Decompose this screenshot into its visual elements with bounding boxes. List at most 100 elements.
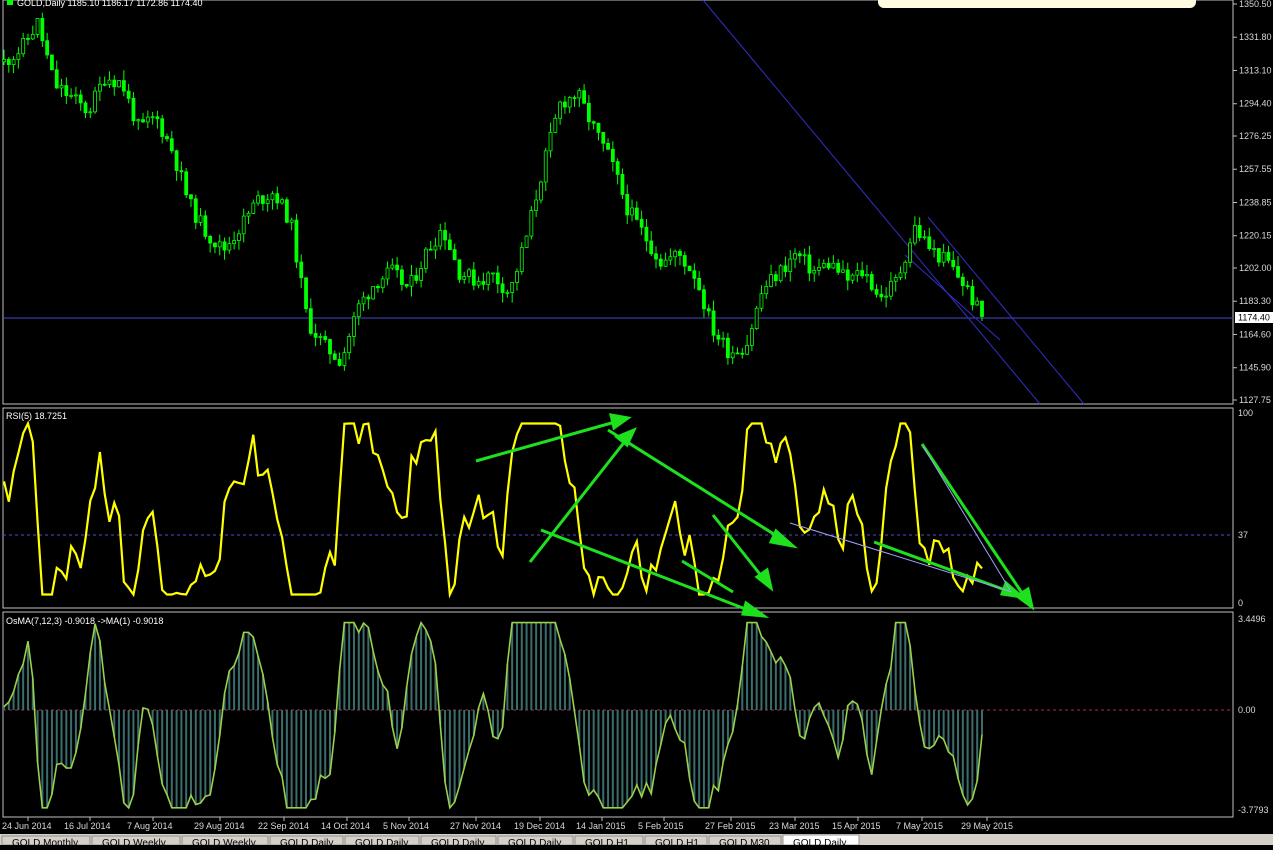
date-tick-label: 7 Aug 2014 [127, 821, 173, 831]
candle [893, 274, 898, 292]
candle [376, 284, 380, 293]
candle [754, 305, 759, 330]
candle [706, 304, 711, 317]
candle [548, 122, 553, 158]
tab-strip[interactable]: GOLD,Monthly GOLD,Weekly GOLD,Weekly GOLD,D… [1, 834, 860, 849]
candle [821, 259, 826, 269]
candle [577, 88, 582, 108]
price-tick-label: 1127.75 [1239, 395, 1271, 405]
candle [740, 348, 745, 359]
date-tick-label: 7 May 2015 [896, 821, 943, 831]
candle [35, 18, 40, 38]
rsi-series [2, 420, 983, 599]
chart-window[interactable]: GOLD,Daily 1185.10 1186.17 1172.86 1174.… [0, 0, 1273, 849]
arrow-line[interactable] [607, 428, 781, 540]
chart-tab[interactable]: GOLD,Weekly [91, 835, 181, 849]
trendline-lower[interactable] [904, 254, 1001, 341]
candle [16, 47, 21, 69]
chart-tab[interactable]: GOLD,Monthly [1, 835, 91, 849]
candle [155, 110, 160, 129]
arrow-line[interactable] [540, 528, 749, 612]
rsi-thin-lines[interactable] [789, 445, 1013, 593]
candle [304, 277, 308, 313]
trendline-upper[interactable] [927, 216, 1085, 405]
candle [500, 277, 505, 303]
candle [922, 230, 927, 240]
price-tick-label: 1183.30 [1239, 296, 1271, 306]
candle [481, 272, 486, 291]
chart-tab[interactable]: GOLD,M30 [708, 835, 782, 849]
symbol-marker-icon [7, 0, 13, 5]
candle [831, 255, 836, 269]
candle [558, 100, 563, 125]
candle [797, 250, 802, 264]
candle [232, 231, 237, 250]
candle [702, 284, 706, 318]
chart-tab[interactable]: GOLD,Daily [344, 835, 420, 849]
candle [251, 199, 256, 215]
candle [213, 242, 217, 254]
candle [467, 267, 471, 284]
candle [783, 256, 788, 278]
rsi-annotations[interactable] [475, 413, 1035, 619]
candle [486, 271, 491, 291]
date-tick-label: 23 Mar 2015 [769, 821, 820, 831]
price-tick-label: 1331.80 [1239, 32, 1272, 42]
chart-tab[interactable]: GOLD,Weekly [181, 835, 269, 849]
candle [960, 273, 965, 296]
arrow-line[interactable] [873, 540, 1009, 593]
candle [169, 131, 174, 154]
date-tick-label: 5 Feb 2015 [638, 821, 684, 831]
candle [102, 76, 107, 87]
arrow-line[interactable] [475, 420, 616, 463]
chart-tab[interactable]: GOLD,Daily [269, 835, 344, 849]
candle [462, 271, 467, 284]
candle [117, 80, 121, 88]
candle [865, 264, 869, 283]
chart-tab[interactable]: GOLD,H1 [574, 835, 644, 849]
candle [644, 218, 649, 252]
candle [246, 211, 251, 224]
price-tick-label: 1220.15 [1239, 231, 1272, 241]
candle [328, 338, 332, 364]
candle [721, 331, 726, 348]
candle [678, 249, 682, 266]
candle [673, 249, 678, 267]
candle [342, 347, 347, 371]
candle [457, 259, 462, 284]
chart-tab[interactable]: GOLD,Daily [420, 835, 497, 849]
candle [658, 254, 663, 270]
candle [615, 158, 620, 185]
candle [88, 107, 93, 119]
price-tick-label: 1238.85 [1239, 197, 1272, 207]
chart-tab-label: GOLD,M30 [719, 838, 770, 845]
candle [903, 260, 908, 280]
chart-tab[interactable]: GOLD,H1 [644, 835, 708, 849]
candle [361, 291, 366, 312]
chart-canvas[interactable]: GOLD,Daily 1185.10 1186.17 1172.86 1174.… [0, 0, 1273, 849]
date-axis: 24 Jun 2014 16 Jul 2014 7 Aug 2014 29 Aug 2… [2, 817, 1013, 831]
chart-tab-label: GOLD,Daily [355, 838, 408, 845]
candle [308, 298, 313, 336]
candle [208, 234, 213, 253]
candle [6, 56, 11, 73]
candle [241, 208, 246, 243]
chart-tab[interactable]: GOLD,Daily [497, 835, 574, 849]
chart-tab[interactable]: GOLD,Daily [782, 834, 860, 849]
candle [284, 197, 289, 224]
arrow-head [741, 600, 770, 619]
arrow-line[interactable] [920, 443, 1026, 597]
candle [649, 231, 654, 257]
osma-series [3, 620, 983, 810]
arrow-head [768, 528, 799, 549]
candle [227, 236, 232, 254]
info-box [878, 0, 1196, 8]
price-axis[interactable]: 1350.50 1331.80 1313.10 1294.40 1276.25 1257.… [1233, 0, 1272, 405]
price-tick-label: 1313.10 [1239, 65, 1272, 75]
candle [443, 222, 447, 250]
candle [337, 352, 342, 367]
price-tick-label: 1202.00 [1239, 263, 1272, 273]
candle [807, 246, 812, 282]
candle [941, 243, 946, 267]
candle [294, 213, 299, 269]
